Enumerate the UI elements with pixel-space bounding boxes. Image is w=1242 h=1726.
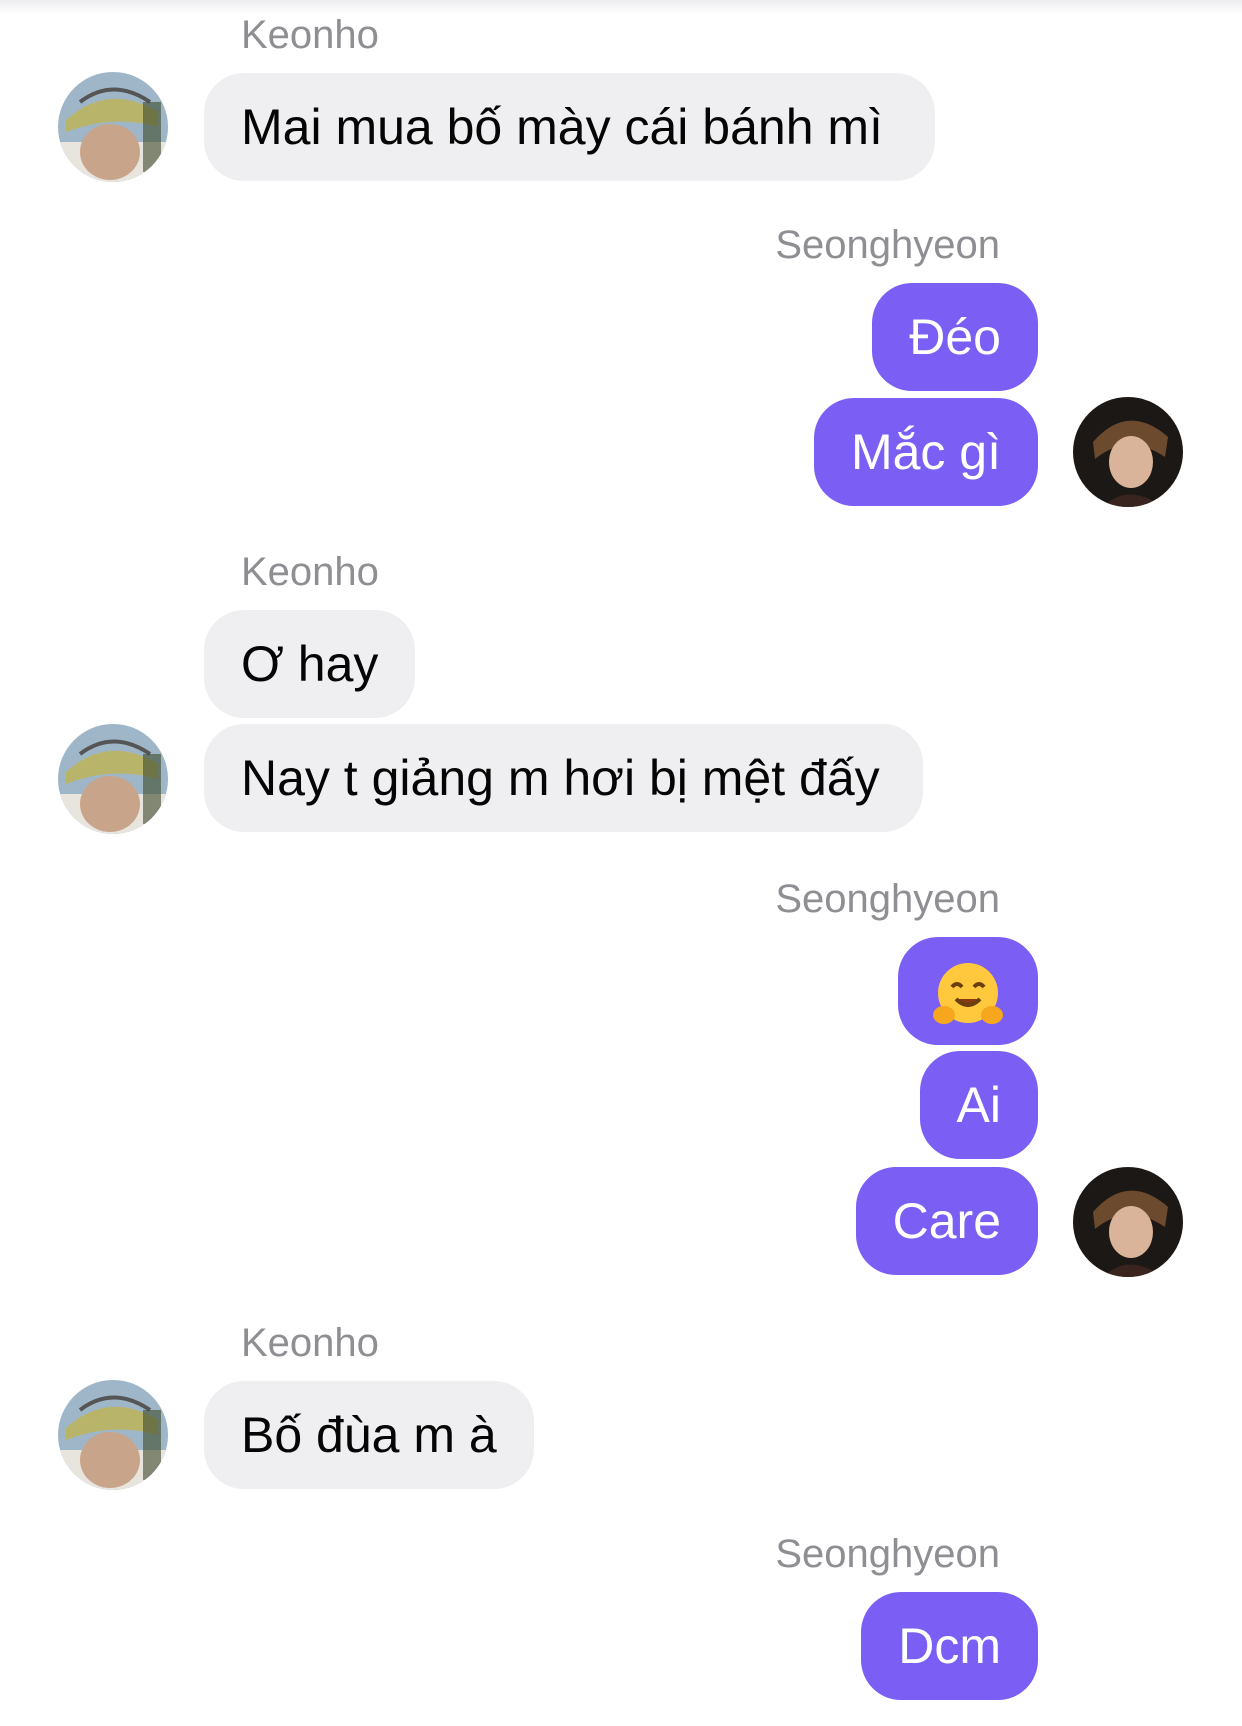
keonho-avatar-icon[interactable] xyxy=(58,1380,168,1490)
message-bubble[interactable]: Mắc gì xyxy=(813,398,1038,506)
keonho-avatar-icon[interactable] xyxy=(58,72,168,182)
message-bubble[interactable]: Ơ hay xyxy=(204,610,416,718)
chat-thread: Keonho Mai mua bố mày cái bánh mì Seongh… xyxy=(0,0,1242,1726)
sender-name: Keonho xyxy=(241,1321,379,1365)
message-bubble[interactable]: Nay t giảng m hơi bị mệt đấy xyxy=(204,724,923,832)
top-fade xyxy=(0,0,1242,14)
hug-emoji-icon xyxy=(933,962,1003,1024)
sender-name: Seonghyeon xyxy=(775,877,1000,921)
message-bubble[interactable]: Mai mua bố mày cái bánh mì xyxy=(204,73,935,181)
message-bubble[interactable] xyxy=(898,937,1038,1045)
message-bubble[interactable]: Ai xyxy=(919,1051,1038,1159)
sender-name: Keonho xyxy=(241,13,379,57)
sender-name: Keonho xyxy=(241,550,379,594)
keonho-avatar-icon[interactable] xyxy=(58,724,168,834)
sender-name: Seonghyeon xyxy=(775,223,1000,267)
sender-name: Seonghyeon xyxy=(775,1532,1000,1576)
message-bubble[interactable]: Bố đùa m à xyxy=(204,1381,534,1489)
message-bubble[interactable]: Dcm xyxy=(861,1592,1038,1700)
seonghyeon-avatar-icon[interactable] xyxy=(1073,397,1183,507)
message-bubble[interactable]: Care xyxy=(855,1167,1038,1275)
message-bubble[interactable]: Đéo xyxy=(872,283,1038,391)
seonghyeon-avatar-icon[interactable] xyxy=(1073,1167,1183,1277)
